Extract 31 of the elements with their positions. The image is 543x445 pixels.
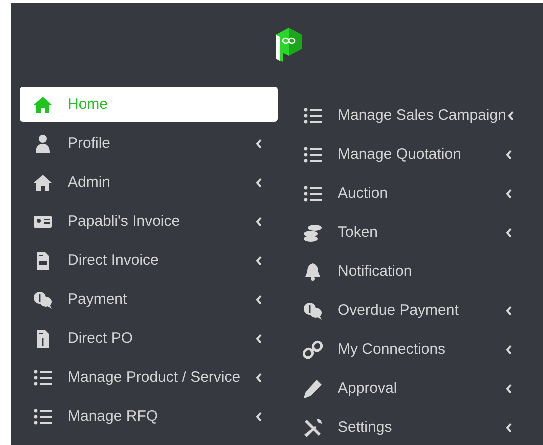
bell-icon <box>303 262 323 282</box>
list-icon <box>33 368 53 388</box>
menu-item[interactable]: Manage Quotation <box>290 137 520 172</box>
menu-item[interactable]: Payment <box>20 282 278 317</box>
menu-item[interactable]: Direct PO <box>20 321 278 356</box>
list-icon <box>303 106 323 126</box>
menu-item[interactable]: Manage Product / Service <box>20 360 278 395</box>
menu-item[interactable]: Settings <box>290 410 520 445</box>
menu-item[interactable]: Admin <box>20 165 278 200</box>
tools-icon <box>303 418 323 438</box>
menu-item[interactable]: Token <box>290 215 520 250</box>
menu-item[interactable]: Approval <box>290 371 520 406</box>
menu-item[interactable]: Notification <box>290 254 520 289</box>
menu-item[interactable]: Manage Sales Campaign <box>290 98 520 133</box>
list-icon <box>33 406 53 426</box>
menu-item[interactable]: Direct Invoice <box>20 243 278 278</box>
link-icon <box>303 340 323 360</box>
menu-item[interactable]: My Connections <box>290 332 520 367</box>
menu-item[interactable]: Overdue Payment <box>290 293 520 328</box>
coins-icon <box>303 222 323 242</box>
list-icon <box>303 144 323 164</box>
person-icon <box>33 134 53 154</box>
list-icon <box>303 184 323 204</box>
pen-icon <box>303 378 323 398</box>
menu-item[interactable]: Profile <box>20 126 278 161</box>
logo-icon <box>275 27 303 63</box>
menu-item[interactable]: Auction <box>290 176 520 211</box>
house-icon <box>33 172 53 192</box>
house-icon <box>33 94 53 114</box>
menu-item[interactable]: Manage RFQ <box>20 399 278 434</box>
menu-item[interactable]: Papabli's Invoice <box>20 204 278 239</box>
